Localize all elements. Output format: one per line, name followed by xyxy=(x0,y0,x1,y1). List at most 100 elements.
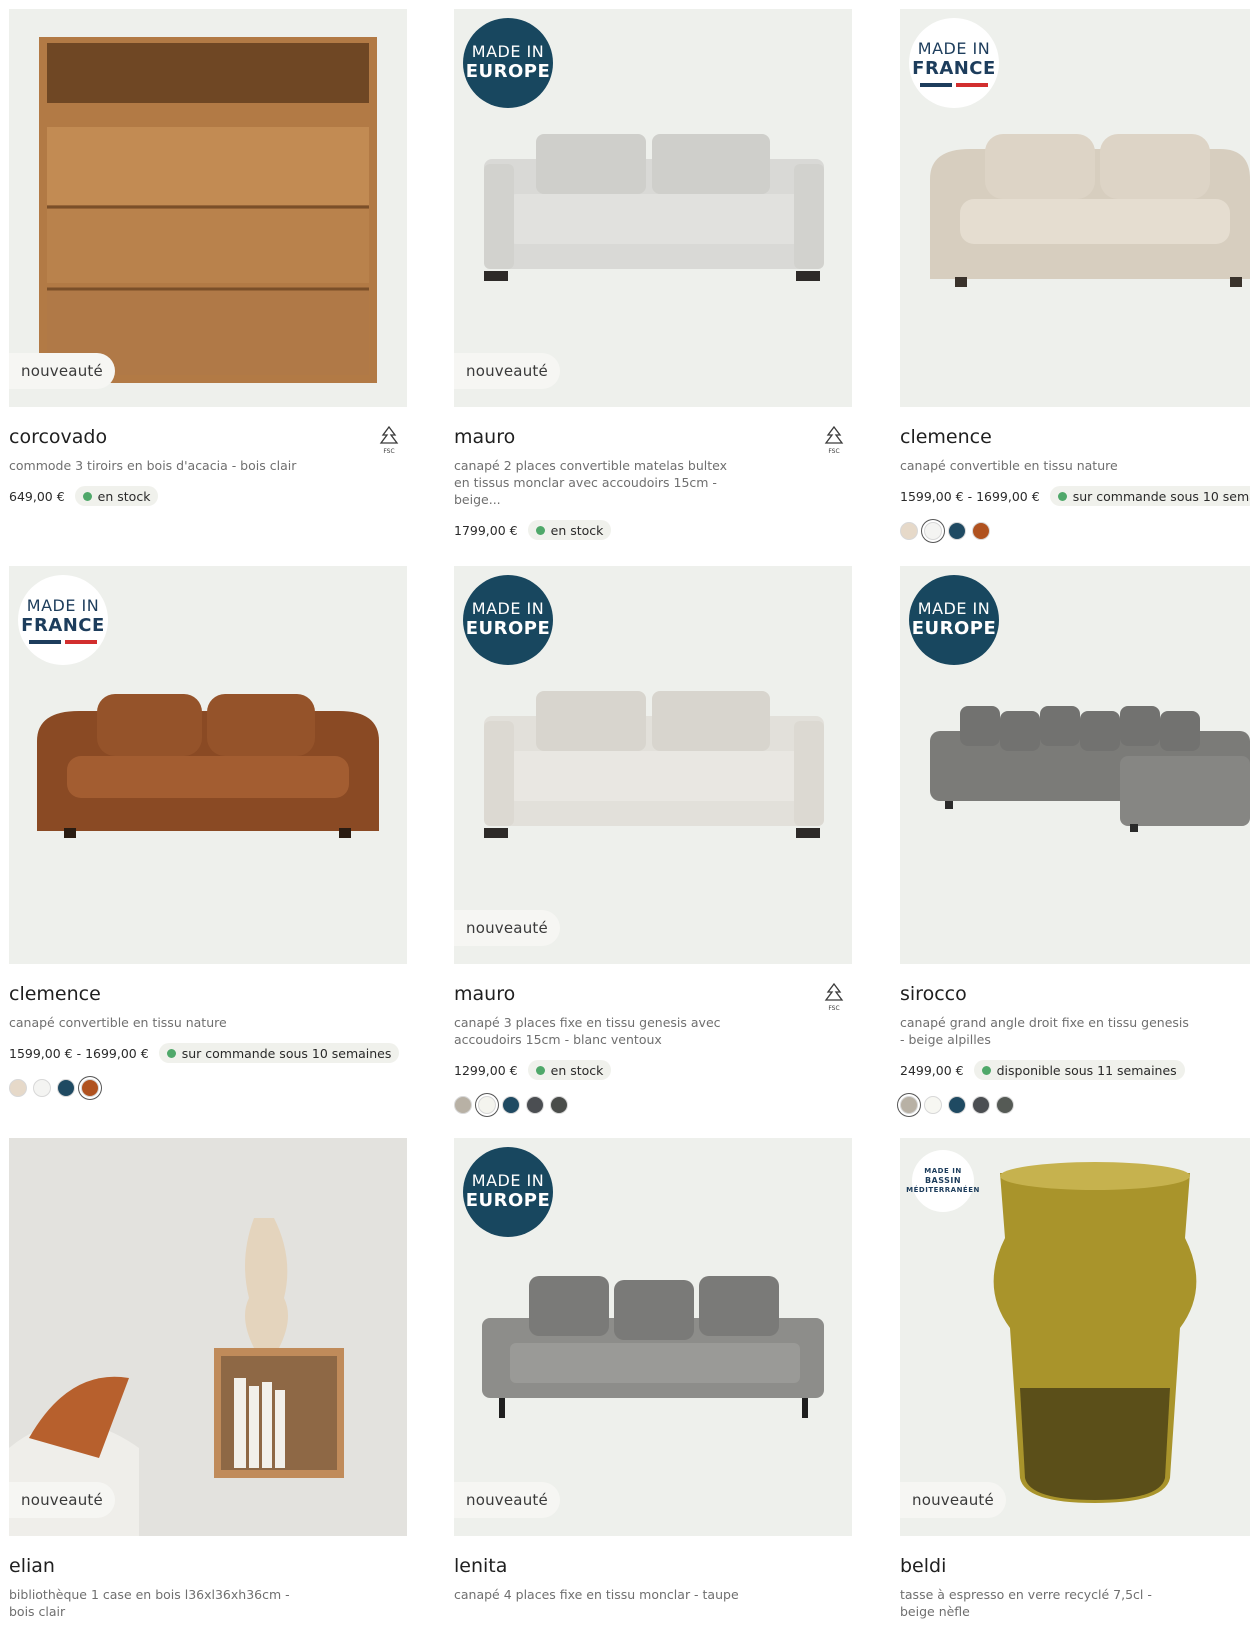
product-name[interactable]: clemence xyxy=(900,425,1250,449)
badge-line: EUROPE xyxy=(465,61,551,82)
product-description: canapé convertible en tissu nature xyxy=(900,458,1118,473)
color-swatches xyxy=(454,1096,852,1114)
stock-badge: en stock xyxy=(74,486,159,506)
shelf-scene-image xyxy=(9,1138,407,1536)
new-badge: nouveauté xyxy=(900,1482,1006,1518)
swatch-taupe[interactable] xyxy=(900,1096,918,1114)
made-in-bassin-mediterraneen-badge: MADE IN BASSIN MÉDITERRANÉEN xyxy=(906,1150,979,1212)
swatch-blue[interactable] xyxy=(948,522,966,540)
product-price: 1599,00 € - 1699,00 € xyxy=(900,488,1040,504)
swatch-white[interactable] xyxy=(33,1079,51,1097)
made-in-europe-badge: MADE IN EUROPE xyxy=(463,575,553,665)
made-in-europe-badge: MADE IN EUROPE xyxy=(909,575,999,665)
swatch-blue[interactable] xyxy=(502,1096,520,1114)
product-name[interactable]: clemence xyxy=(9,982,407,1006)
swatch-anthracite[interactable] xyxy=(550,1096,568,1114)
product-name[interactable]: sirocco xyxy=(900,982,1250,1006)
new-badge: nouveauté xyxy=(454,910,560,946)
product-card[interactable]: MADE IN FRANCE clemence canapé convertib… xyxy=(900,9,1250,540)
product-name[interactable]: elian xyxy=(9,1554,407,1578)
product-image[interactable]: MADE IN FRANCE xyxy=(900,9,1250,407)
made-in-france-badge: MADE IN FRANCE xyxy=(909,18,999,108)
swatch-beige[interactable] xyxy=(9,1079,27,1097)
made-in-europe-badge: MADE IN EUROPE xyxy=(463,18,553,108)
stock-label: en stock xyxy=(550,1062,604,1078)
product-image[interactable]: nouveauté xyxy=(9,1138,407,1536)
badge-line: EUROPE xyxy=(465,618,551,639)
product-description: canapé 3 places fixe en tissu genesis av… xyxy=(454,1015,721,1047)
product-card[interactable]: MADE IN FRANCE clemence canapé convertib… xyxy=(9,566,407,1097)
stock-label: sur commande sous 10 semaines xyxy=(181,1045,392,1061)
product-description: canapé 4 places fixe en tissu monclar - … xyxy=(454,1587,739,1602)
swatch-rust[interactable] xyxy=(81,1079,99,1097)
made-in-france-badge: MADE IN FRANCE xyxy=(18,575,108,665)
swatch-anthracite[interactable] xyxy=(996,1096,1014,1114)
product-image[interactable]: MADE IN EUROPE nouveauté xyxy=(454,9,852,407)
swatch-white[interactable] xyxy=(924,1096,942,1114)
product-card[interactable]: MADE IN EUROPE nouveauté FSC mauro canap… xyxy=(454,9,852,540)
product-name[interactable]: mauro xyxy=(454,425,852,449)
stock-label: en stock xyxy=(550,522,604,538)
swatch-blue[interactable] xyxy=(948,1096,966,1114)
badge-line: BASSIN xyxy=(924,1176,962,1185)
swatch-taupe[interactable] xyxy=(454,1096,472,1114)
product-description: canapé grand angle droit fixe en tissu g… xyxy=(900,1015,1189,1047)
product-price: 649,00 € xyxy=(9,488,65,504)
badge-line: MADE IN xyxy=(924,1167,962,1175)
stock-dot-icon xyxy=(535,1065,545,1075)
stock-dot-icon xyxy=(1057,491,1067,501)
badge-line: MADE IN xyxy=(471,599,545,618)
product-image[interactable]: MADE IN EUROPE nouveauté xyxy=(454,1138,852,1536)
dresser-image xyxy=(39,37,377,383)
product-card[interactable]: MADE IN BASSIN MÉDITERRANÉEN nouveauté b… xyxy=(900,1138,1250,1620)
fsc-icon: FSC xyxy=(824,982,844,1012)
stock-label: disponible sous 11 semaines xyxy=(996,1062,1177,1078)
product-name[interactable]: corcovado xyxy=(9,425,407,449)
product-card[interactable]: MADE IN EUROPE nouveauté FSC mauro canap… xyxy=(454,566,852,1114)
color-swatches xyxy=(900,1096,1250,1114)
svg-text:FSC: FSC xyxy=(828,448,839,455)
stock-label: sur commande sous 10 semaines xyxy=(1072,488,1250,504)
product-image[interactable]: nouveauté xyxy=(9,9,407,407)
product-description: bibliothèque 1 case en bois l36xl36xh36c… xyxy=(9,1587,290,1619)
stock-badge: sur commande sous 10 semaines xyxy=(1049,486,1250,506)
product-description: canapé 2 places convertible matelas bult… xyxy=(454,458,728,507)
swatch-blue[interactable] xyxy=(57,1079,75,1097)
badge-line: EUROPE xyxy=(911,618,997,639)
swatch-rust[interactable] xyxy=(972,522,990,540)
badge-line: MADE IN xyxy=(471,1171,545,1190)
product-image[interactable]: MADE IN FRANCE xyxy=(9,566,407,964)
product-image[interactable]: MADE IN BASSIN MÉDITERRANÉEN nouveauté xyxy=(900,1138,1250,1536)
product-card[interactable]: nouveauté elian bibliothèque 1 case en b… xyxy=(9,1138,407,1620)
swatch-grey[interactable] xyxy=(526,1096,544,1114)
product-image[interactable]: MADE IN EUROPE xyxy=(900,566,1250,964)
fsc-icon: FSC xyxy=(824,425,844,455)
product-description: canapé convertible en tissu nature xyxy=(9,1015,227,1030)
swatch-beige[interactable] xyxy=(900,522,918,540)
product-card[interactable]: nouveauté FSC corcovado commode 3 tiroir… xyxy=(9,9,407,506)
swatch-white[interactable] xyxy=(924,522,942,540)
product-card[interactable]: MADE IN EUROPE nouveauté lenita canapé 4… xyxy=(454,1138,852,1603)
svg-text:FSC: FSC xyxy=(828,1005,839,1012)
stock-dot-icon xyxy=(981,1065,991,1075)
swatch-grey[interactable] xyxy=(972,1096,990,1114)
product-name[interactable]: mauro xyxy=(454,982,852,1006)
svg-text:FSC: FSC xyxy=(383,448,394,455)
product-card[interactable]: MADE IN EUROPE sirocco canapé grand angl… xyxy=(900,566,1250,1114)
product-name[interactable]: lenita xyxy=(454,1554,852,1578)
flag-icon xyxy=(920,82,988,87)
color-swatches xyxy=(900,522,1250,540)
badge-line: FRANCE xyxy=(21,614,105,636)
color-swatches xyxy=(9,1079,407,1097)
stock-dot-icon xyxy=(82,491,92,501)
stock-dot-icon xyxy=(166,1048,176,1058)
product-price: 1599,00 € - 1699,00 € xyxy=(9,1045,149,1061)
badge-line: MADE IN xyxy=(917,599,991,618)
new-badge: nouveauté xyxy=(9,1482,115,1518)
swatch-white[interactable] xyxy=(478,1096,496,1114)
fsc-icon: FSC xyxy=(379,425,399,455)
product-image[interactable]: MADE IN EUROPE nouveauté xyxy=(454,566,852,964)
product-description: commode 3 tiroirs en bois d'acacia - boi… xyxy=(9,458,297,473)
product-name[interactable]: beldi xyxy=(900,1554,1250,1578)
product-price: 2499,00 € xyxy=(900,1062,964,1078)
